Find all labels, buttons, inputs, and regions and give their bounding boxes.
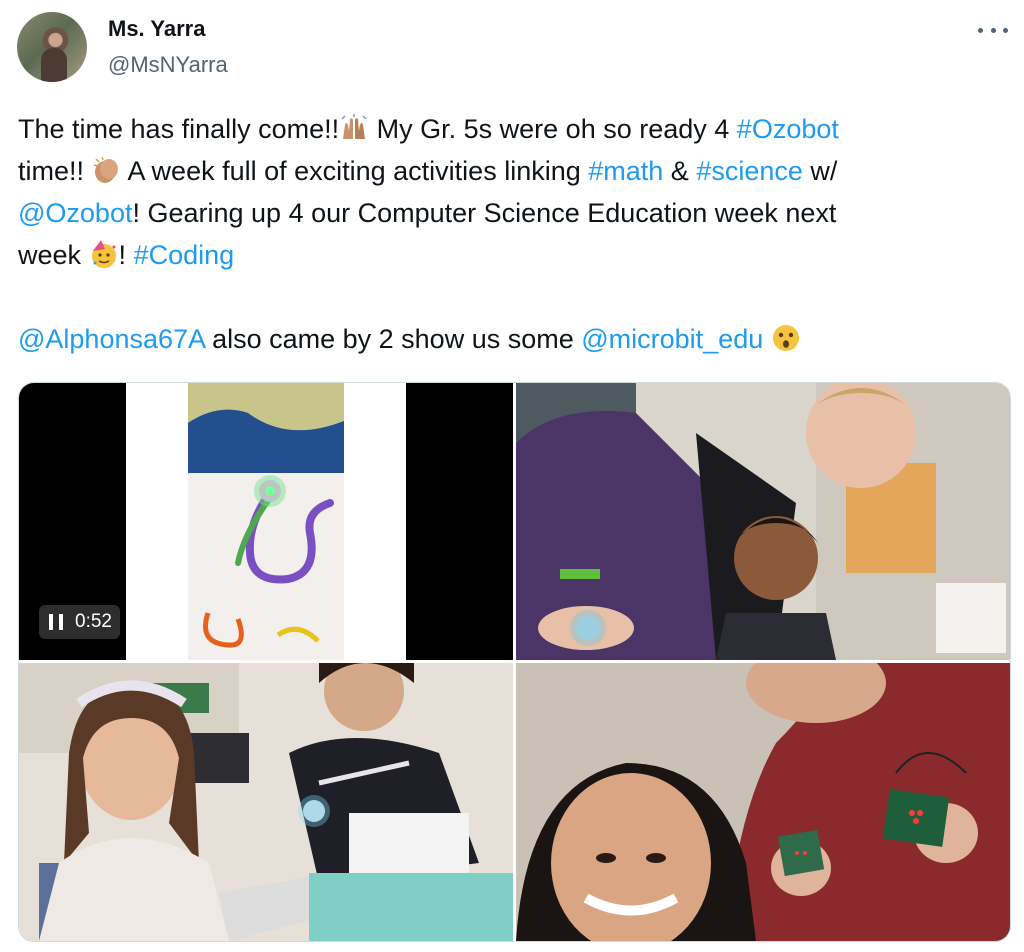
tweet-text: The time has finally come!! My Gr. 5s we…	[18, 108, 1008, 360]
tweet-text-segment: A week full of exciting activities linki…	[121, 156, 589, 186]
pause-icon[interactable]	[49, 614, 63, 630]
students-at-desk-photo[interactable]	[19, 663, 513, 941]
media-grid: 0:52	[18, 382, 1011, 942]
video-player[interactable]: 0:52	[19, 383, 513, 660]
tweet-text-segment: w/	[802, 156, 838, 186]
avatar[interactable]	[17, 12, 87, 82]
astonished-face-icon	[772, 325, 799, 351]
ozobot-video-thumbnail	[188, 383, 344, 660]
photo-illustration	[516, 663, 1010, 941]
video-controls[interactable]: 0:52	[39, 605, 120, 639]
tweet-text-segment: The time has finally come!!	[18, 114, 340, 144]
mention-link[interactable]: @Ozobot	[18, 198, 132, 228]
clapping-hands-icon	[93, 156, 118, 183]
mention-link[interactable]: @Alphonsa67A	[18, 324, 205, 354]
raised-hands-icon	[341, 114, 367, 139]
more-options-icon[interactable]	[978, 20, 1008, 40]
tweet-text-segment: time!!	[18, 156, 92, 186]
hashtag-link[interactable]: #Coding	[134, 240, 235, 270]
author-handle[interactable]: @MsNYarra	[108, 52, 228, 78]
tweet-text-segment: My Gr. 5s were oh so ready 4	[369, 114, 737, 144]
author-name[interactable]: Ms. Yarra	[108, 16, 205, 42]
party-face-icon	[91, 240, 116, 268]
tweet-text-segment: &	[663, 156, 697, 186]
tweet-text-segment: week	[18, 240, 89, 270]
video-time: 0:52	[75, 611, 112, 632]
hashtag-link[interactable]: #math	[588, 156, 663, 186]
tweet-text-segment: !	[118, 240, 134, 270]
avatar-figure	[41, 48, 67, 82]
tweet-text-segment: ! Gearing up 4 our Computer Science Educ…	[132, 198, 837, 228]
hashtag-link[interactable]: #Ozobot	[737, 114, 839, 144]
tweet-text-segment: also came by 2 show us some	[204, 324, 582, 354]
photo-illustration	[516, 383, 1010, 660]
photo-illustration	[19, 663, 513, 941]
ozobot-track-illustration	[188, 383, 344, 660]
mention-link[interactable]: @microbit_edu	[581, 324, 763, 354]
hashtag-link[interactable]: #science	[696, 156, 803, 186]
video-frame	[126, 383, 406, 660]
two-students-with-ozobot-photo[interactable]	[516, 383, 1010, 660]
teachers-with-microbit-photo[interactable]	[516, 663, 1010, 941]
